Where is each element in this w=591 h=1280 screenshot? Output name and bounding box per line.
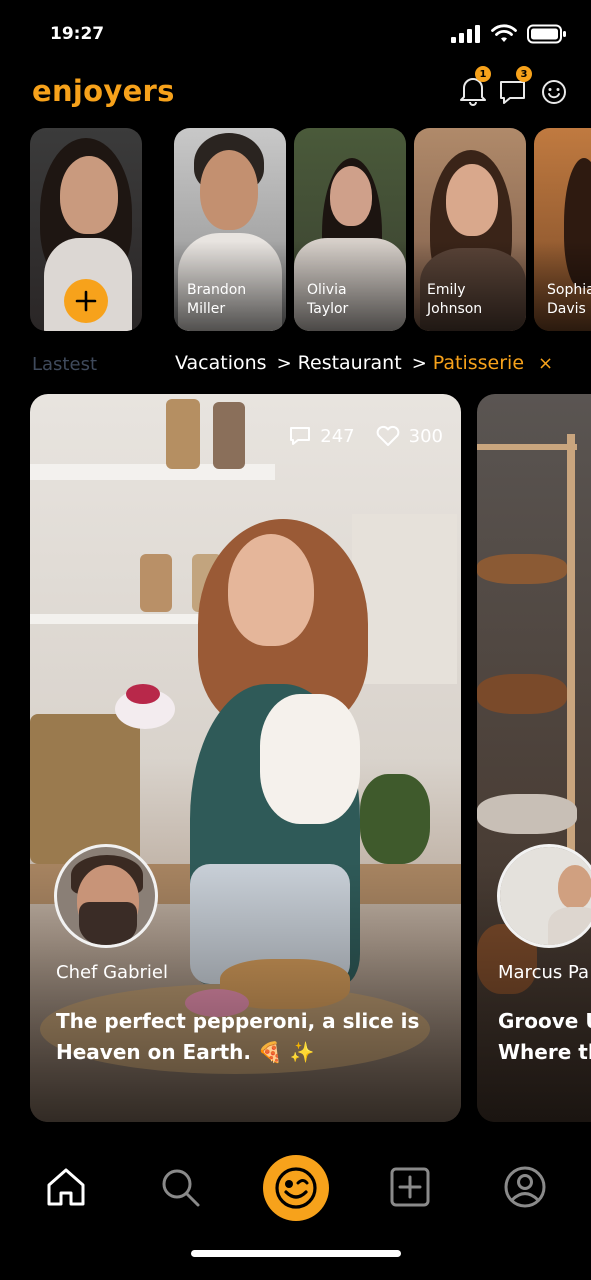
author-name[interactable]: Marcus Pa	[498, 962, 589, 983]
comments-count: 247	[320, 425, 355, 447]
nav-profile[interactable]	[502, 1164, 548, 1210]
comments-button[interactable]: 247	[288, 424, 355, 448]
post-stats: 247 300	[276, 424, 443, 448]
battery-icon	[527, 24, 566, 44]
notifications-button[interactable]: 1	[458, 66, 491, 108]
messages-badge: 3	[516, 66, 532, 82]
breadcrumb-vacations[interactable]: Vacations	[175, 352, 267, 374]
home-icon	[47, 1168, 85, 1206]
profile-icon	[504, 1166, 546, 1208]
post-caption: The perfect pepperoni, a slice is Heaven…	[56, 1009, 420, 1064]
story-name: Olivia Taylor	[307, 282, 349, 317]
post-card[interactable]: 247 300 Chef Gabriel The perfect peppero…	[30, 394, 461, 1122]
author-name[interactable]: Chef Gabriel	[56, 962, 168, 983]
story-photo	[446, 164, 498, 236]
status-bar: 19:27	[0, 0, 591, 70]
post-caption: Groove U Where th	[498, 1009, 591, 1064]
breadcrumb-patisserie[interactable]: Patisserie	[433, 352, 524, 374]
story-item[interactable]: Brandon Miller	[174, 128, 286, 331]
comment-icon	[290, 427, 311, 445]
story-item[interactable]: Emily Johnson	[414, 128, 526, 331]
story-item[interactable]: Olivia Taylor	[294, 128, 406, 331]
chevron-right-icon: >	[411, 352, 427, 374]
home-indicator[interactable]	[191, 1250, 401, 1257]
plus-icon	[75, 290, 97, 312]
like-button[interactable]: 300	[375, 424, 443, 448]
author-avatar[interactable]	[54, 844, 158, 948]
app-header: enjoyers 1 3	[0, 66, 591, 120]
nav-search[interactable]	[157, 1164, 203, 1210]
story-item[interactable]: Sophia Davis	[534, 128, 591, 331]
breadcrumb: Vacations > Restaurant > Patisserie ×	[175, 352, 553, 374]
profile-mood-button[interactable]	[540, 74, 572, 108]
smiley-icon	[542, 80, 566, 104]
messages-button[interactable]: 3	[497, 66, 532, 108]
status-icons	[451, 24, 567, 44]
nav-enjoyers[interactable]	[263, 1155, 329, 1221]
stories-row: Brandon Miller Olivia Taylor Emily Johnson …	[30, 128, 591, 331]
likes-count: 300	[408, 425, 443, 447]
add-post-icon	[390, 1167, 430, 1207]
breadcrumb-restaurant[interactable]: Restaurant	[298, 352, 402, 374]
story-own[interactable]	[30, 128, 142, 331]
signal-icon	[451, 25, 480, 43]
chevron-right-icon: >	[276, 352, 292, 374]
filter-row: Lastest Vacations > Restaurant > Patisse…	[0, 348, 591, 382]
nav-home[interactable]	[43, 1164, 89, 1210]
app-logo: enjoyers	[32, 74, 175, 108]
enjoyers-icon	[275, 1167, 317, 1209]
story-name: Emily Johnson	[427, 282, 483, 317]
clear-filter-icon[interactable]: ×	[538, 353, 553, 374]
latest-filter[interactable]: Lastest	[32, 354, 97, 375]
story-name: Sophia Davis	[547, 282, 591, 317]
notifications-badge: 1	[475, 66, 491, 82]
status-time: 19:27	[50, 24, 105, 44]
heart-icon	[376, 425, 399, 446]
wifi-icon	[491, 24, 517, 42]
story-photo	[200, 150, 258, 230]
post-card[interactable]: Marcus Pa Groove U Where th	[477, 394, 591, 1122]
search-icon	[162, 1169, 200, 1207]
bottom-nav	[0, 1150, 591, 1240]
story-photo	[330, 166, 372, 226]
story-name: Brandon Miller	[187, 282, 247, 317]
author-avatar[interactable]	[497, 844, 591, 948]
add-story-button[interactable]	[64, 279, 108, 323]
nav-add-post[interactable]	[387, 1164, 433, 1210]
